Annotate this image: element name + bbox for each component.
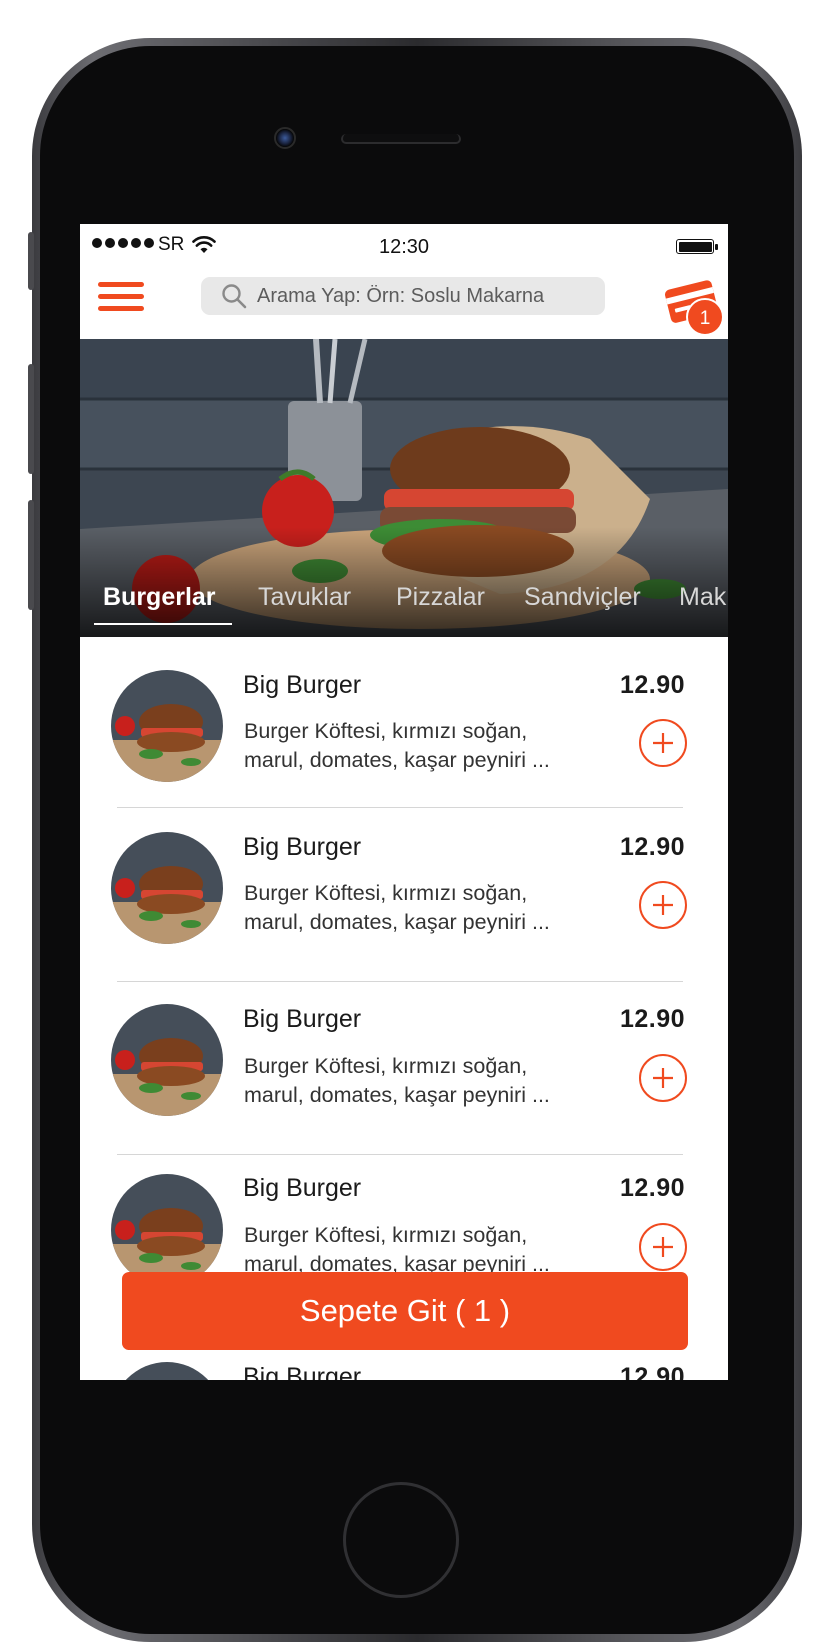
front-camera — [274, 127, 296, 149]
tab-burgerlar[interactable]: Burgerlar — [103, 583, 216, 612]
add-to-cart-button[interactable] — [639, 1054, 687, 1102]
hamburger-menu-icon[interactable] — [98, 282, 144, 312]
volume-up-button — [28, 364, 34, 474]
product-name: Big Burger — [243, 833, 362, 861]
row-divider — [117, 1154, 683, 1155]
product-description-line: Burger Köftesi, kırmızı soğan, — [244, 1223, 528, 1247]
search-icon — [222, 284, 247, 309]
plus-icon — [653, 733, 673, 753]
tab-makarnalar[interactable]: Mak — [679, 583, 726, 612]
product-thumbnail — [111, 1362, 223, 1380]
app-screen: SR 12:30 1 — [80, 224, 728, 1380]
add-to-cart-button[interactable] — [639, 1223, 687, 1271]
product-price: 12.90 — [619, 1174, 685, 1202]
product-description-line: Burger Köftesi, kırmızı soğan, — [244, 1054, 528, 1078]
battery-icon — [676, 239, 718, 254]
product-row[interactable]: Big Burger 12.90 Burger Köftesi, kırmızı… — [80, 667, 728, 827]
status-bar: SR 12:30 — [80, 224, 728, 268]
plus-icon — [653, 895, 673, 915]
product-description: Burger Köftesi, kırmızı soğan, marul, do… — [244, 879, 604, 937]
product-description-line: Burger Köftesi, kırmızı soğan, — [244, 719, 528, 743]
product-price: 12.90 — [619, 1363, 685, 1380]
cart-count-badge: 1 — [686, 298, 724, 336]
product-list: Big Burger 12.90 Burger Köftesi, kırmızı… — [80, 637, 728, 1380]
product-description: Burger Köftesi, kırmızı soğan, marul, do… — [244, 1052, 604, 1110]
earpiece-speaker — [341, 134, 461, 144]
product-thumbnail — [111, 1004, 223, 1116]
category-tabs: Burgerlar Tavuklar Pizzalar Sandviçler M… — [80, 577, 728, 637]
product-description-line: marul, domates, kaşar peyniri ... — [244, 748, 550, 772]
tab-pizzalar[interactable]: Pizzalar — [396, 583, 485, 612]
mute-switch — [28, 232, 34, 290]
add-to-cart-button[interactable] — [639, 881, 687, 929]
product-description: Burger Köftesi, kırmızı soğan, marul, do… — [244, 1221, 604, 1279]
product-row[interactable]: Big Burger 12.90 Burger Köftesi, kırmızı… — [80, 1002, 728, 1162]
product-name: Big Burger — [243, 671, 362, 699]
product-name: Big Burger — [243, 1363, 362, 1380]
top-nav-bar: 1 — [80, 268, 728, 338]
product-price: 12.90 — [619, 671, 685, 699]
product-description-line: marul, domates, kaşar peyniri ... — [244, 1083, 550, 1107]
plus-icon — [653, 1237, 673, 1257]
product-thumbnail — [111, 670, 223, 782]
search-bar[interactable] — [201, 277, 605, 315]
tab-sandvicler[interactable]: Sandviçler — [524, 583, 641, 612]
product-thumbnail — [111, 832, 223, 944]
product-price: 12.90 — [619, 1005, 685, 1033]
go-to-cart-button[interactable]: Sepete Git ( 1 ) — [122, 1272, 688, 1350]
volume-down-button — [28, 500, 34, 610]
product-thumbnail — [111, 1174, 223, 1286]
product-name: Big Burger — [243, 1005, 362, 1033]
active-tab-indicator — [94, 623, 232, 625]
plus-icon — [653, 1068, 673, 1088]
product-name: Big Burger — [243, 1174, 362, 1202]
product-description: Burger Köftesi, kırmızı soğan, marul, do… — [244, 717, 604, 775]
status-time: 12:30 — [378, 236, 430, 258]
product-row[interactable]: Big Burger 12.90 — [80, 1359, 728, 1380]
hero-banner: Burgerlar Tavuklar Pizzalar Sandviçler M… — [80, 339, 728, 637]
product-row[interactable]: Big Burger 12.90 Burger Köftesi, kırmızı… — [80, 829, 728, 989]
product-description-line: Burger Köftesi, kırmızı soğan, — [244, 881, 528, 905]
product-description-line: marul, domates, kaşar peyniri ... — [244, 910, 550, 934]
add-to-cart-button[interactable] — [639, 719, 687, 767]
search-input[interactable] — [257, 284, 587, 308]
home-button[interactable] — [343, 1482, 459, 1598]
tab-tavuklar[interactable]: Tavuklar — [258, 583, 351, 612]
product-price: 12.90 — [619, 833, 685, 861]
row-divider — [117, 807, 683, 808]
row-divider — [117, 981, 683, 982]
